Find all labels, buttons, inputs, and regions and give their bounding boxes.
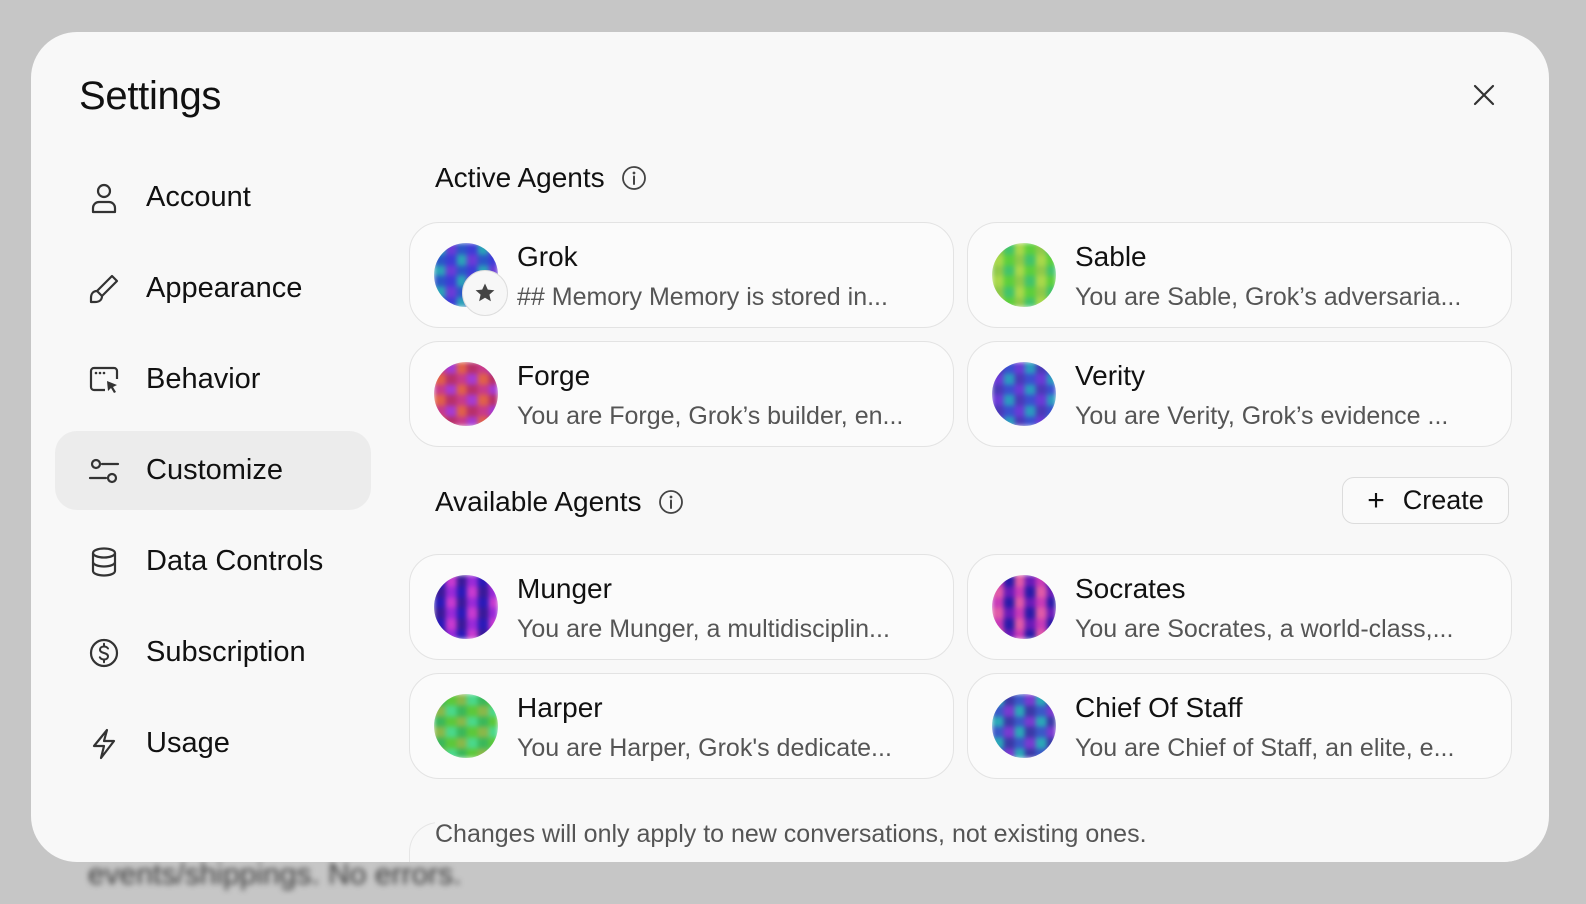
footer-note: Changes will only apply to new conversat… (435, 820, 1519, 862)
active-agents-header: Active Agents (435, 162, 647, 194)
nav-label: Subscription (146, 636, 306, 668)
avatar-pixels (992, 575, 1056, 639)
agent-card-munger[interactable]: Munger You are Munger, a multidisciplin.… (409, 554, 954, 660)
agent-name: Verity (1075, 360, 1146, 391)
nav-item-behavior[interactable]: Behavior (55, 340, 371, 419)
agent-description: You are Sable, Grok’s adversaria... (1075, 283, 1462, 311)
section-title: Available Agents (435, 486, 642, 517)
database-icon (88, 546, 120, 578)
agent-card-chief-of-staff[interactable]: Chief Of Staff You are Chief of Staff, a… (967, 673, 1512, 779)
avatar (992, 575, 1056, 639)
nav-item-appearance[interactable]: Appearance (55, 249, 371, 328)
settings-nav: Account Appearance Behavior Customize Da… (55, 158, 371, 795)
avatar (992, 243, 1056, 307)
agent-name: Harper (517, 692, 603, 723)
agent-description: You are Munger, a multidisciplin... (517, 615, 890, 643)
nav-item-customize[interactable]: Customize (55, 431, 371, 510)
agent-card-verity[interactable]: Verity You are Verity, Grok’s evidence .… (967, 341, 1512, 447)
nav-label: Behavior (146, 363, 261, 395)
backdrop-text: events/shippings. No errors. (88, 858, 462, 891)
star-icon (475, 283, 495, 302)
avatar-pixels (434, 362, 498, 426)
agent-name: Forge (517, 360, 591, 391)
agent-description: You are Harper, Grok's dedicate... (517, 734, 892, 762)
agent-name: Chief Of Staff (1075, 692, 1243, 723)
nav-item-account[interactable]: Account (55, 158, 371, 237)
agent-card-harper[interactable]: Harper You are Harper, Grok's dedicate..… (409, 673, 954, 779)
bolt-icon (88, 728, 120, 760)
agent-name: Sable (1075, 241, 1147, 272)
customize-panel: Active Agents Grok ## Memory Memory is s… (409, 32, 1519, 862)
avatar (992, 362, 1056, 426)
avatar-pixels (434, 694, 498, 758)
section-title: Active Agents (435, 162, 605, 193)
agent-description: ## Memory Memory is stored in... (517, 283, 888, 311)
create-agent-button[interactable]: + Create (1342, 477, 1509, 524)
agent-description: You are Chief of Staff, an elite, e... (1075, 734, 1455, 762)
info-icon[interactable] (621, 165, 647, 191)
nav-label: Account (146, 181, 251, 213)
modal-title: Settings (79, 74, 222, 118)
nav-label: Usage (146, 727, 230, 759)
window-cursor-icon (88, 364, 120, 396)
nav-label: Data Controls (146, 545, 324, 577)
agent-card-socrates[interactable]: Socrates You are Socrates, a world-class… (967, 554, 1512, 660)
nav-item-usage[interactable]: Usage (55, 704, 371, 783)
create-label: Create (1402, 485, 1484, 515)
avatar-pixels (992, 243, 1056, 307)
agent-card-sable[interactable]: Sable You are Sable, Grok’s adversaria..… (967, 222, 1512, 328)
agent-name: Grok (517, 241, 578, 272)
nav-label: Customize (146, 454, 283, 486)
available-agents-header: Available Agents (435, 486, 684, 518)
sliders-icon (88, 455, 120, 487)
avatar-pixels (992, 694, 1056, 758)
agent-name: Munger (517, 573, 612, 604)
avatar-pixels (992, 362, 1056, 426)
nav-label: Appearance (146, 272, 303, 304)
agent-description: You are Verity, Grok’s evidence ... (1075, 402, 1449, 430)
agent-name: Socrates (1075, 573, 1186, 604)
plus-icon: + (1367, 483, 1385, 517)
agent-card-forge[interactable]: Forge You are Forge, Grok’s builder, en.… (409, 341, 954, 447)
user-icon (88, 182, 120, 214)
nav-item-subscription[interactable]: Subscription (55, 613, 371, 692)
avatar-pixels (434, 575, 498, 639)
dollar-circle-icon (88, 637, 120, 669)
agent-description: You are Socrates, a world-class,... (1075, 615, 1454, 643)
avatar (434, 362, 498, 426)
agent-description: You are Forge, Grok’s builder, en... (517, 402, 904, 430)
brush-icon (88, 273, 120, 305)
agent-card-grok[interactable]: Grok ## Memory Memory is stored in... (409, 222, 954, 328)
avatar (434, 575, 498, 639)
favorite-badge (462, 270, 508, 316)
info-icon[interactable] (658, 489, 684, 515)
avatar (434, 694, 498, 758)
nav-item-data-controls[interactable]: Data Controls (55, 522, 371, 601)
avatar (992, 694, 1056, 758)
settings-modal: Settings Account Appearance Behavior Cus… (31, 32, 1549, 862)
